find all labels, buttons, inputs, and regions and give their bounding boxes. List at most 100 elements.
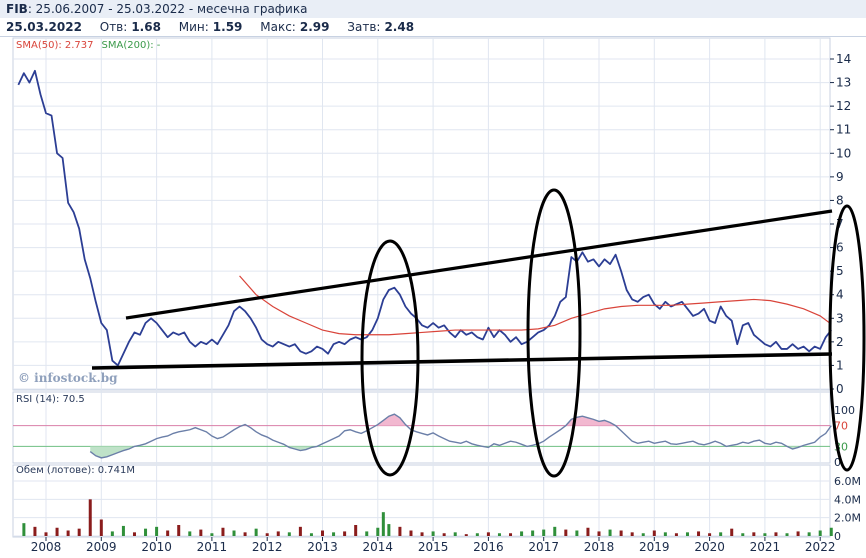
x-axis-tick-label: 2018 [584,540,615,554]
sma-legend: SMA(50): 2.737 SMA(200): - [16,40,160,51]
volume-bar [829,527,833,536]
volume-bar [381,512,385,536]
x-axis-tick-label: 2022 [805,540,836,554]
volume-bar [807,532,811,536]
volume-bar [132,532,136,536]
sma50-label: SMA(50): 2.737 [16,40,94,51]
volume-bar [497,533,501,536]
volume-bar [520,531,524,536]
x-axis-tick-label: 2013 [307,540,338,554]
volume-bar [44,532,48,536]
volume-bar [564,529,568,536]
volume-label: Обем (лотове): 0.741M [16,465,136,476]
volume-bar [409,530,413,536]
volume-bar [298,526,302,536]
rsi-label: RSI (14): 70.5 [16,394,85,405]
volume-bar [818,530,822,536]
volume-bar [221,527,225,536]
volume-bar [785,533,789,536]
price-y-tick-label: 0 [836,382,844,396]
volume-bar [99,519,103,536]
x-axis-tick-label: 2010 [141,540,172,554]
volume-bar [166,530,170,536]
x-axis-tick-label: 2009 [86,540,117,554]
price-y-tick-label: 2 [836,335,844,349]
volume-bar [652,530,656,536]
volume-bar [276,531,280,536]
volume-bar [287,532,291,536]
volume-bar [22,523,26,536]
volume-bar [763,533,767,536]
volume-bar [232,530,236,536]
volume-bar [121,525,125,536]
price-panel [12,37,831,391]
x-axis-tick-label: 2011 [197,540,228,554]
rsi-panel [12,391,831,464]
volume-panel [12,464,831,538]
price-y-tick-label: 14 [836,52,851,66]
volume-bar [752,532,756,536]
watermark: © infostock.bg [18,371,118,385]
x-axis-tick-label: 2012 [252,540,283,554]
volume-bar [730,528,734,536]
volume-bar [741,533,745,536]
volume-bar [321,530,324,536]
price-y-tick-label: 13 [836,76,851,90]
volume-y-tick-label: 6.0M [834,475,861,488]
volume-bar [697,531,701,536]
volume-bar [774,532,778,536]
x-axis-tick-label: 2019 [639,540,670,554]
x-axis-tick-label: 2014 [363,540,394,554]
volume-bar [265,533,269,536]
volume-bar [387,524,391,536]
volume-y-tick-label: 2.0M [834,512,861,525]
volume-bar [663,532,667,536]
volume-bar [542,529,546,536]
volume-bar [531,530,535,536]
volume-bar [332,532,336,536]
volume-bar [442,533,446,536]
volume-bar [641,533,645,536]
price-y-tick-label: 1 [836,358,844,372]
volume-bar [475,533,479,536]
volume-bar [464,534,468,536]
volume-bar [719,532,723,536]
volume-bar [88,499,92,536]
volume-bar [575,530,579,536]
volume-bar [77,528,81,536]
price-y-tick-label: 10 [836,146,851,160]
volume-bar [630,532,634,536]
x-axis-tick-label: 2008 [31,540,62,554]
rsi-y-tick-label: 100 [834,404,855,417]
price-y-tick-label: 9 [836,170,844,184]
price-y-tick-label: 8 [836,193,844,207]
volume-bar [674,533,678,536]
volume-bar [486,532,490,536]
volume-bar [608,529,612,536]
volume-bar [376,527,380,536]
volume-bar [453,532,457,536]
volume-bar [354,525,358,536]
volume-bar [619,530,623,536]
volume-bar [33,526,37,536]
volume-bar [398,526,402,536]
price-y-tick-label: 12 [836,99,851,113]
price-y-tick-label: 6 [836,241,844,255]
volume-bar [420,532,424,536]
volume-bar [199,529,203,536]
volume-bar [210,533,214,536]
x-axis-tick-label: 2017 [528,540,559,554]
volume-bar [66,530,70,536]
volume-bar [188,531,192,536]
x-axis-tick-label: 2015 [418,540,449,554]
chart-window: FIB: 25.06.2007 - 25.03.2022 - месечна г… [0,0,866,558]
volume-bar [509,533,513,536]
x-axis-tick-label: 2021 [750,540,781,554]
sma200-label: SMA(200): - [101,40,161,51]
volume-bar [708,533,712,536]
volume-bar [309,533,313,536]
volume-bar [365,531,369,536]
volume-bar [553,526,557,536]
volume-bar [254,528,258,536]
volume-y-tick-label: 4.0M [834,493,861,506]
